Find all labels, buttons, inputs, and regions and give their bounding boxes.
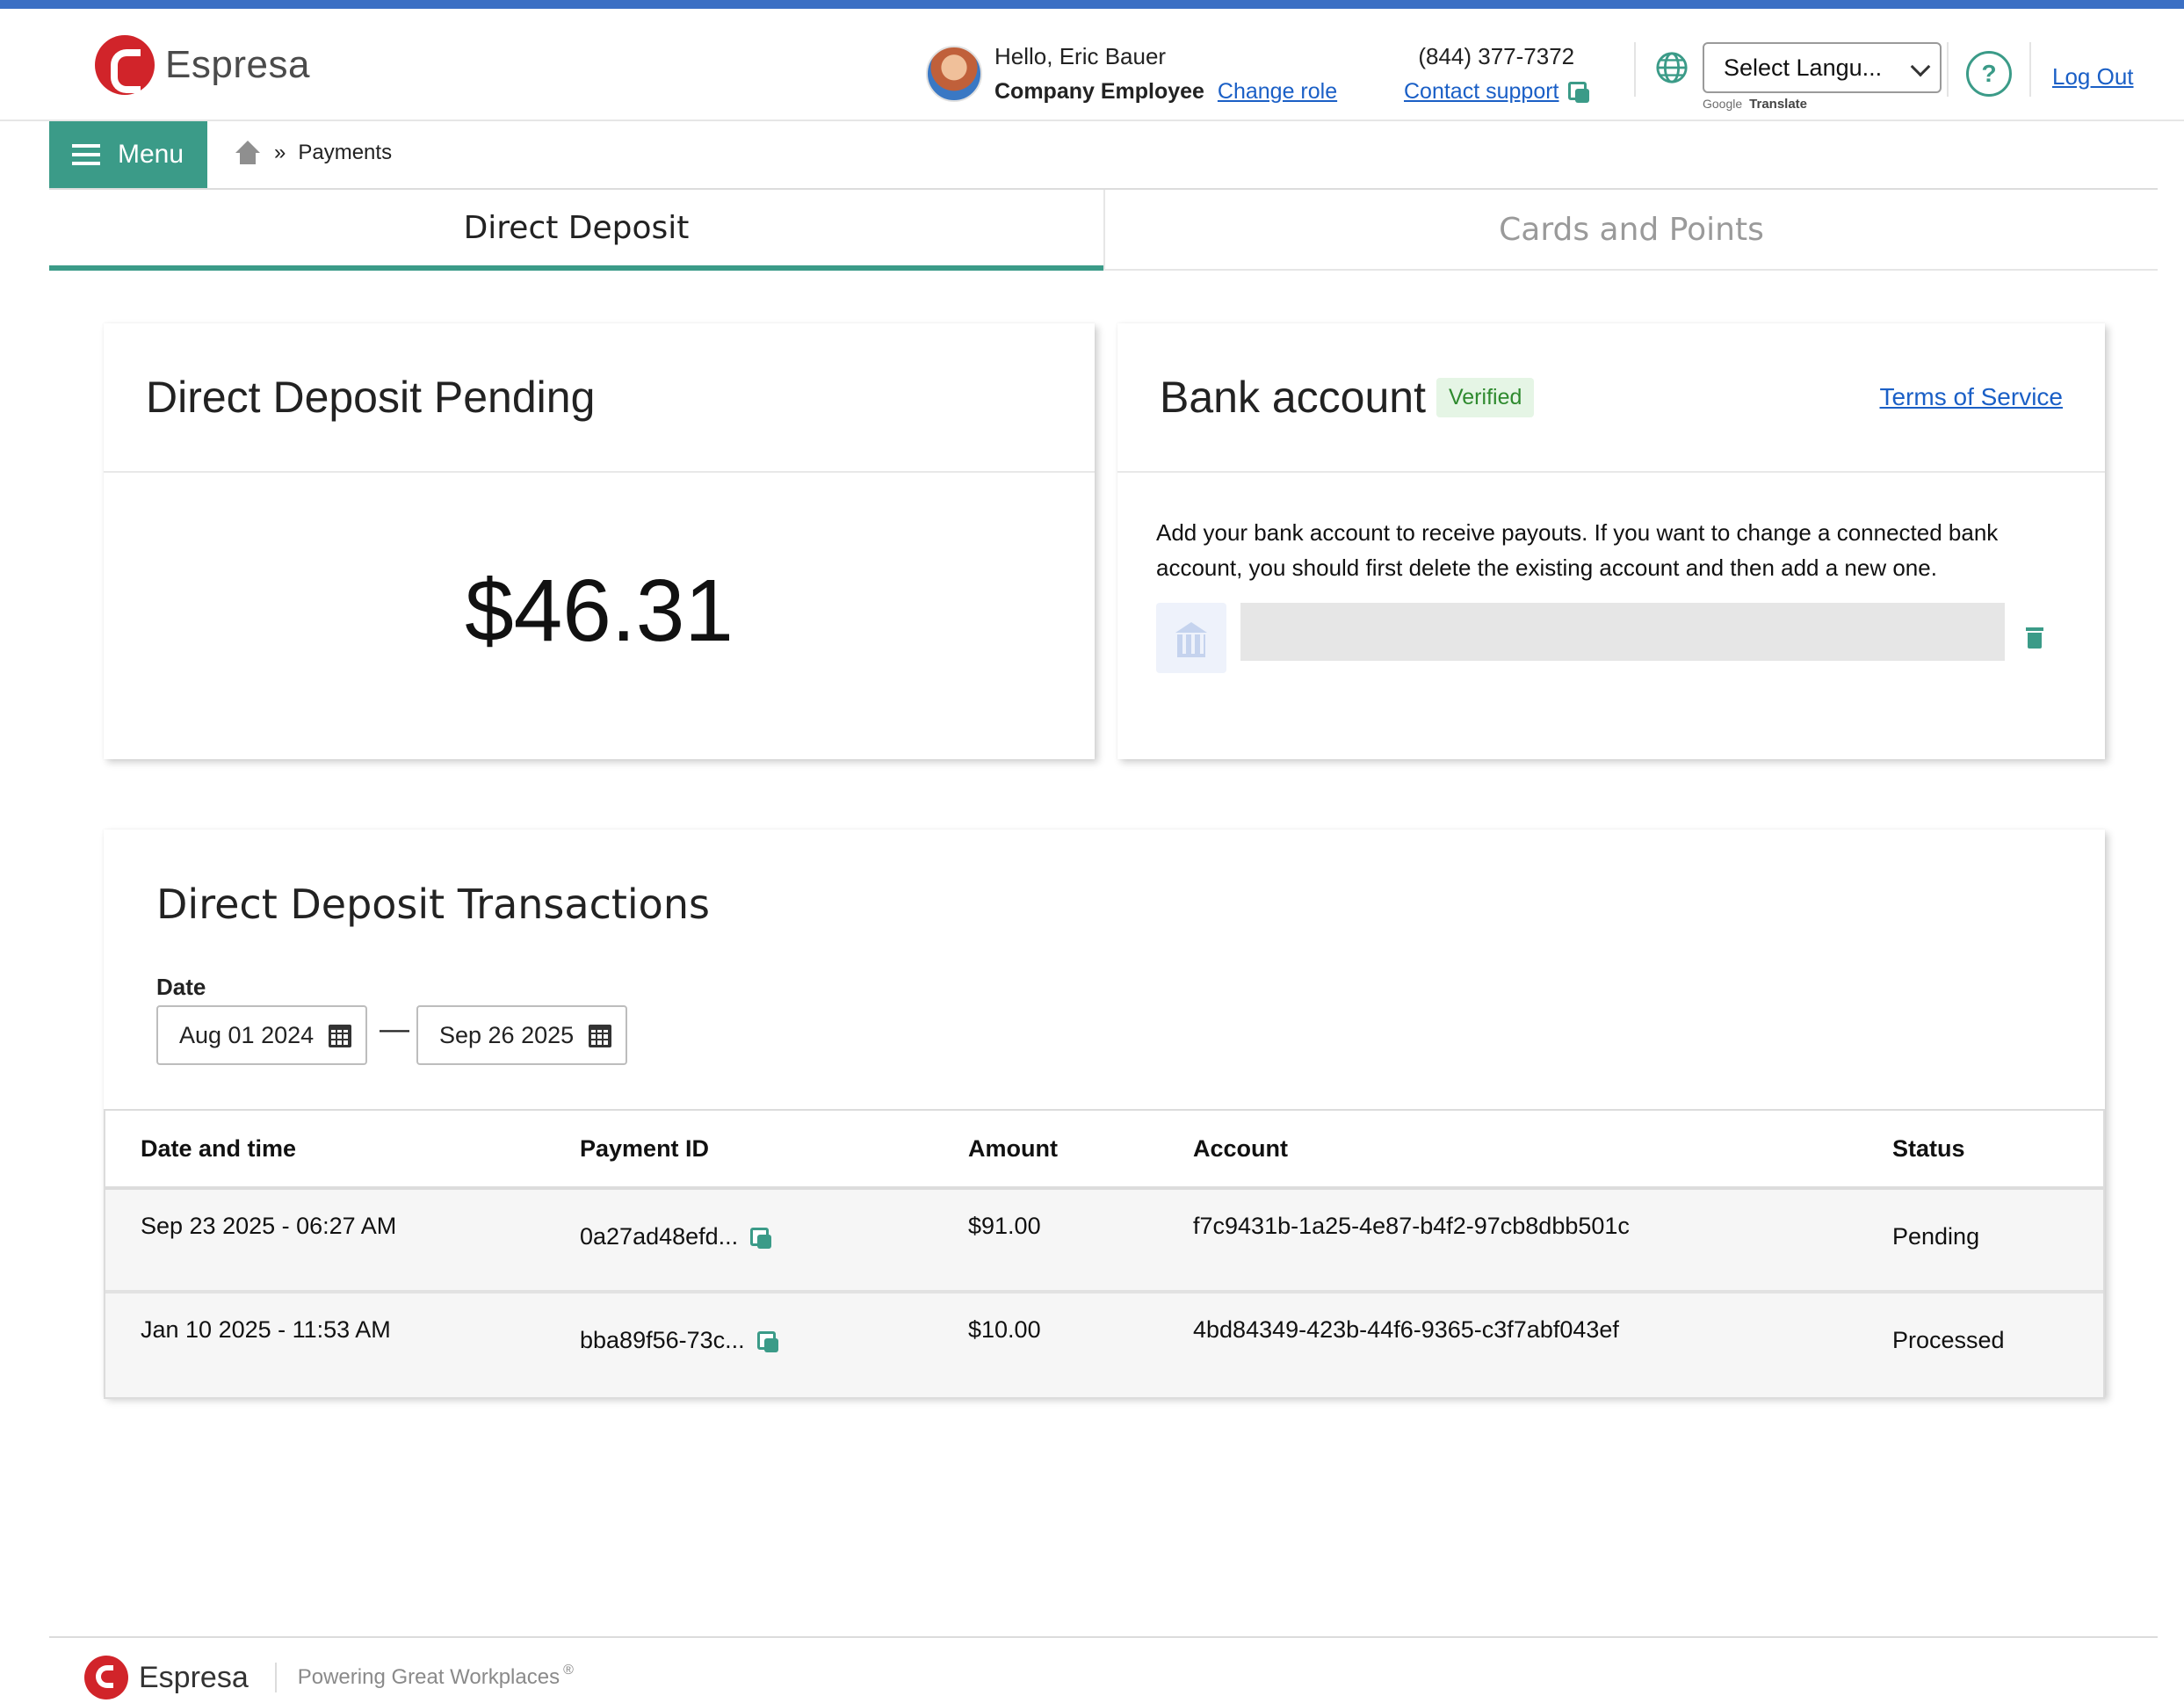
breadcrumb-current: Payments xyxy=(298,141,393,164)
user-info: Hello, Eric Bauer Company Employee Chang… xyxy=(926,39,1337,109)
menu-button[interactable]: Menu xyxy=(49,121,207,188)
footer-brand-name: Espresa xyxy=(139,1660,249,1694)
row-datetime: Sep 23 2025 - 06:27 AM xyxy=(141,1213,397,1239)
row-payment-id: 0a27ad48efd... xyxy=(580,1223,772,1250)
row-amount: $10.00 xyxy=(968,1316,1041,1343)
copy-icon[interactable] xyxy=(750,1227,772,1249)
bank-title: Bank account xyxy=(1160,373,1426,422)
date-from-input[interactable]: Aug 01 2024 xyxy=(156,1005,367,1065)
user-greeting: Hello, Eric Bauer xyxy=(994,43,1167,69)
row-account: f7c9431b-1a25-4e87-b4f2-97cb8dbb501c xyxy=(1193,1213,1630,1239)
espresa-logo-icon xyxy=(95,35,155,95)
divider xyxy=(2029,42,2031,97)
contact-support-link[interactable]: Contact support xyxy=(1404,79,1559,104)
avatar xyxy=(926,46,982,102)
payment-tabs: Direct Deposit Cards and Points xyxy=(49,190,2158,271)
logout-link[interactable]: Log Out xyxy=(2052,63,2134,91)
google-label: Google xyxy=(1703,97,1743,111)
language-select[interactable]: Select Langu... xyxy=(1703,42,1942,93)
breadcrumb-separator: » xyxy=(274,141,286,164)
tab-cards-and-points[interactable]: Cards and Points xyxy=(1103,190,2158,271)
row-payment-id: bba89f56-73c... xyxy=(580,1327,778,1354)
table-row: Jan 10 2025 - 11:53 AM bba89f56-73c... $… xyxy=(105,1294,2103,1397)
user-role: Company Employee xyxy=(994,79,1204,104)
transactions-table: Date and time Payment ID Amount Account … xyxy=(104,1109,2105,1399)
column-header-status[interactable]: Status xyxy=(1892,1135,1965,1163)
transactions-title: Direct Deposit Transactions xyxy=(156,880,710,928)
date-filter-label: Date xyxy=(156,974,206,1000)
trash-icon[interactable] xyxy=(2026,627,2043,649)
payment-id-text: 0a27ad48efd... xyxy=(580,1223,739,1250)
column-header-amount[interactable]: Amount xyxy=(968,1135,1058,1163)
chevron-down-icon xyxy=(1910,56,1931,77)
menu-label: Menu xyxy=(118,140,184,169)
bank-account-card: Bank account Verified Terms of Service A… xyxy=(1117,323,2105,759)
footer: Espresa Powering Great Workplaces ® xyxy=(84,1656,574,1699)
hamburger-icon xyxy=(72,144,100,165)
terms-of-service-link[interactable]: Terms of Service xyxy=(1880,383,2064,411)
table-row: Sep 23 2025 - 06:27 AM 0a27ad48efd... $9… xyxy=(105,1190,2103,1294)
help-icon[interactable]: ? xyxy=(1966,51,2012,97)
change-role-link[interactable]: Change role xyxy=(1218,79,1337,104)
espresa-logo-icon xyxy=(84,1656,128,1699)
row-account: 4bd84349-423b-44f6-9365-c3f7abf043ef xyxy=(1193,1316,1619,1343)
top-accent-stripe xyxy=(0,0,2184,9)
pending-title: Direct Deposit Pending xyxy=(146,373,596,422)
google-translate-credit: Google Translate xyxy=(1703,97,1807,112)
footer-divider xyxy=(49,1636,2158,1638)
pending-card: Direct Deposit Pending $46.31 xyxy=(104,323,1095,759)
support-info: (844) 377-7372 Contact support xyxy=(1404,39,1589,109)
connected-bank-account xyxy=(1156,603,2043,673)
breadcrumb: » Payments xyxy=(234,141,392,165)
bank-icon xyxy=(1156,603,1226,673)
pending-amount: $46.31 xyxy=(465,562,734,660)
espresa-logo[interactable]: Espresa xyxy=(95,35,310,95)
column-header-payment-id[interactable]: Payment ID xyxy=(580,1135,709,1163)
bank-account-redacted xyxy=(1240,603,2005,661)
column-header-date[interactable]: Date and time xyxy=(141,1135,296,1163)
calendar-icon[interactable] xyxy=(329,1025,351,1047)
copy-icon[interactable] xyxy=(1567,82,1589,104)
date-to-value: Sep 26 2025 xyxy=(439,1021,575,1048)
brand-name: Espresa xyxy=(165,43,310,86)
home-icon[interactable] xyxy=(234,141,262,165)
bank-description: Add your bank account to receive payouts… xyxy=(1156,519,1999,581)
globe-icon xyxy=(1656,52,1688,83)
calendar-icon[interactable] xyxy=(589,1025,611,1047)
divider xyxy=(1634,42,1636,97)
row-status: Processed xyxy=(1892,1327,2005,1353)
copy-icon[interactable] xyxy=(756,1330,778,1352)
row-datetime: Jan 10 2025 - 11:53 AM xyxy=(141,1316,391,1343)
footer-tagline-mark: ® xyxy=(563,1663,574,1678)
app-header: Espresa Hello, Eric Bauer Company Employ… xyxy=(0,9,2184,121)
table-header-row: Date and time Payment ID Amount Account … xyxy=(105,1111,2103,1190)
language-select-value: Select Langu... xyxy=(1724,54,1883,81)
row-amount: $91.00 xyxy=(968,1213,1041,1239)
footer-tagline: Powering Great Workplaces xyxy=(297,1665,560,1689)
transactions-card: Direct Deposit Transactions Date Aug 01 … xyxy=(104,830,2105,1399)
tab-direct-deposit[interactable]: Direct Deposit xyxy=(49,190,1103,271)
verified-badge: Verified xyxy=(1436,377,1535,417)
divider xyxy=(1947,42,1949,97)
date-range-separator: — xyxy=(380,1012,409,1046)
date-to-input[interactable]: Sep 26 2025 xyxy=(416,1005,627,1065)
payment-id-text: bba89f56-73c... xyxy=(580,1327,745,1353)
date-from-value: Aug 01 2024 xyxy=(179,1021,315,1048)
nav-bar: Menu » Payments xyxy=(49,121,2158,190)
footer-divider-vertical xyxy=(274,1663,277,1692)
support-phone: (844) 377-7372 xyxy=(1418,43,1575,69)
column-header-account[interactable]: Account xyxy=(1193,1135,1288,1163)
translate-label: Translate xyxy=(1749,97,1808,112)
row-status: Pending xyxy=(1892,1223,1980,1250)
